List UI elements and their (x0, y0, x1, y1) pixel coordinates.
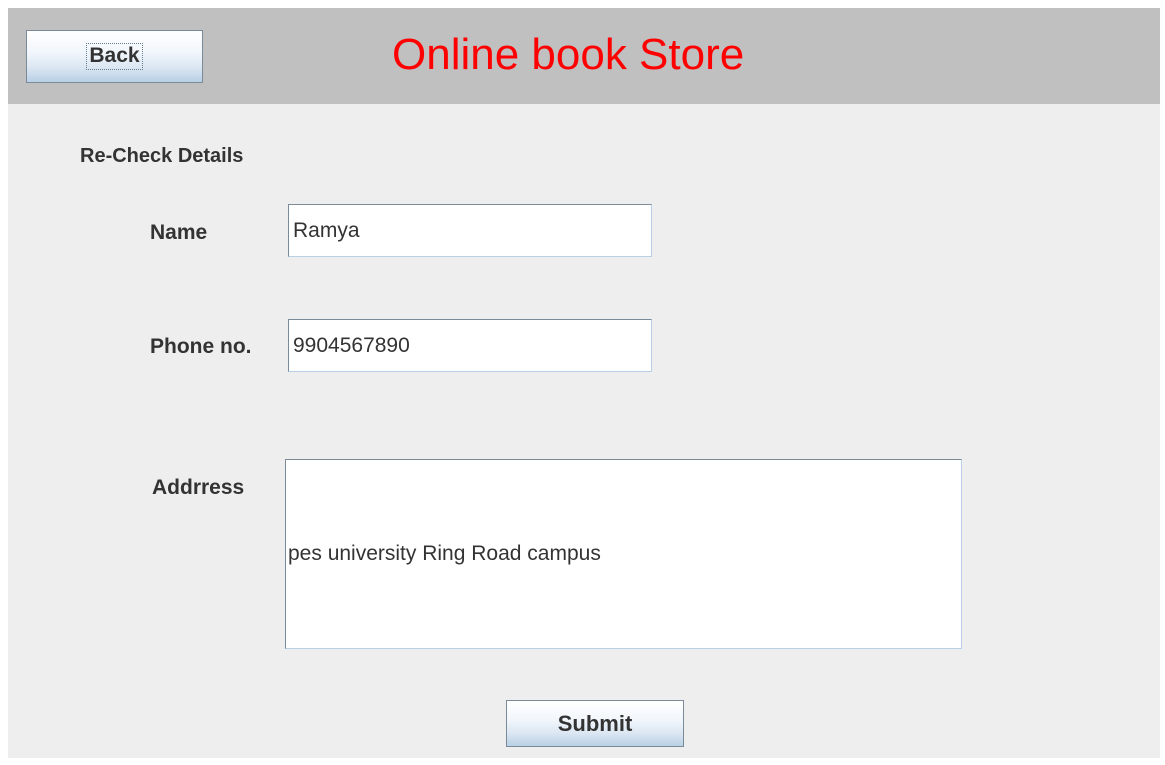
back-button[interactable]: Back (26, 30, 203, 83)
section-title: Re-Check Details (80, 145, 244, 167)
header-bar: Back Online book Store (8, 8, 1160, 104)
address-text: pes university Ring Road campus (288, 542, 601, 565)
app-title: Online book Store (392, 30, 745, 79)
name-label: Name (150, 221, 208, 244)
name-input[interactable] (288, 204, 652, 257)
phone-label: Phone no. (150, 335, 252, 358)
back-button-label: Back (86, 43, 143, 70)
phone-input[interactable] (288, 319, 652, 372)
address-label: Addrress (152, 476, 245, 499)
app-window: Back Online book Store Re-Check Details … (8, 8, 1160, 758)
submit-button[interactable]: Submit (506, 700, 684, 747)
address-textarea[interactable]: pes university Ring Road campus (285, 459, 962, 649)
